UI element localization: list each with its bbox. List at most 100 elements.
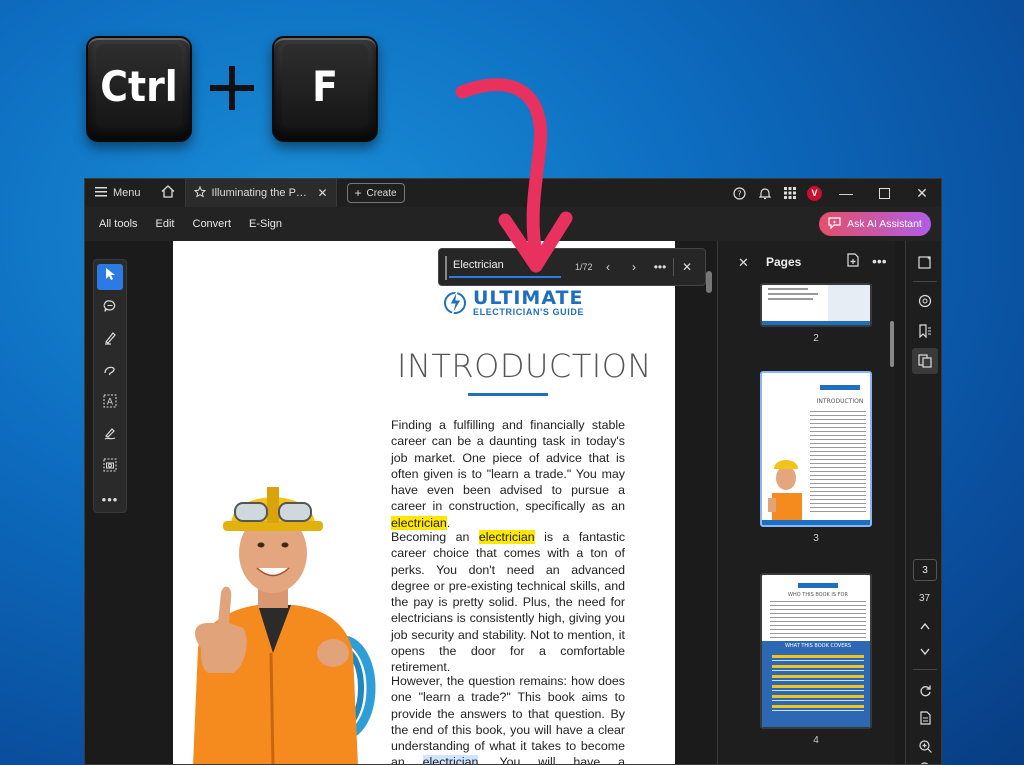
ai-assistant-icon (828, 216, 841, 232)
pages-panel-icon[interactable] (911, 348, 938, 374)
freehand-icon (103, 363, 117, 382)
logo-subtitle: ELECTRICIAN'S GUIDE (473, 306, 585, 317)
comment-tool[interactable] (97, 296, 123, 322)
comment-icon (103, 299, 117, 318)
maximize-icon[interactable] (865, 187, 903, 199)
menu-esign[interactable]: E-Sign (249, 218, 282, 230)
find-options-icon[interactable]: ••• (647, 260, 673, 274)
thumb4-band: WHAT THIS BOOK COVERS (762, 641, 870, 727)
pointer-arrow (455, 78, 573, 273)
create-button[interactable]: + Create (346, 183, 405, 203)
svg-text:?: ? (737, 189, 741, 198)
document-scrollbar[interactable] (706, 271, 712, 293)
home-icon (161, 185, 175, 201)
heading-underline (468, 393, 548, 396)
pages-scrollbar[interactable] (890, 321, 894, 367)
paragraph-text: . (446, 515, 451, 530)
search-highlight-current: electrician (422, 755, 479, 764)
right-rail: 3 37 (905, 241, 941, 764)
ultimate-electricians-guide-logo: ULTIMATE ELECTRICIAN'S GUIDE (443, 286, 585, 317)
paragraph-text: is a fantastic career choice that comes … (391, 530, 626, 675)
thumb3-heading: INTRODUCTION (816, 398, 864, 405)
snapshot-tool[interactable] (97, 455, 123, 481)
camera-icon (103, 458, 117, 477)
pages-panel: ✕ Pages ••• 2 INTRODUCTION 3 WHO THIS BO… (717, 241, 895, 764)
generative-summary-icon[interactable] (912, 249, 938, 275)
paragraph-text: Finding a fulfilling and financially sta… (391, 418, 625, 514)
text-tool[interactable]: A (97, 391, 123, 417)
close-tab-icon[interactable]: ✕ (317, 186, 327, 200)
draw-tool[interactable] (97, 359, 123, 385)
close-panel-icon[interactable]: ✕ (738, 255, 749, 271)
page-display-icon[interactable] (912, 705, 938, 731)
minimize-icon[interactable]: — (827, 185, 865, 201)
comments-panel-icon[interactable] (912, 288, 938, 314)
left-toolbar: A ••• (93, 259, 127, 513)
next-page-icon[interactable] (912, 639, 938, 665)
fill-sign-tool[interactable] (97, 423, 123, 449)
document-page: ULTIMATE ELECTRICIAN'S GUIDE INTRODUCTIO… (173, 241, 675, 765)
page-thumbnail-2[interactable] (760, 283, 872, 327)
hamburger-icon (95, 186, 107, 200)
menu-label: Menu (113, 187, 141, 199)
current-page-field[interactable]: 3 (913, 559, 937, 581)
close-window-icon[interactable]: ✕ (903, 185, 941, 202)
bookmarks-icon[interactable] (912, 318, 938, 344)
paragraph-1: Finding a fulfilling and financially sta… (391, 417, 625, 531)
close-find-icon[interactable]: ✕ (674, 260, 700, 274)
svg-text:A: A (107, 398, 114, 408)
cursor-icon (104, 267, 116, 286)
account-button[interactable]: V (802, 185, 827, 201)
ctrl-key: Ctrl (86, 36, 192, 142)
insert-page-icon[interactable] (846, 253, 860, 272)
more-tools-button[interactable]: ••• (97, 486, 123, 512)
menu-edit[interactable]: Edit (156, 218, 175, 230)
menu-all-tools[interactable]: All tools (99, 218, 138, 230)
total-pages: 37 (918, 593, 931, 604)
star-icon[interactable] (193, 185, 206, 201)
page-heading: INTRODUCTION (397, 347, 652, 385)
text-box-icon: A (103, 394, 117, 413)
electrician-photo (193, 487, 376, 764)
rail-divider (912, 281, 937, 282)
menu-convert[interactable]: Convert (193, 218, 232, 230)
paragraph-text: Becoming an (391, 530, 479, 544)
menu-button[interactable]: Menu (85, 179, 151, 207)
plus-sign (206, 62, 258, 114)
search-highlight: electrician (391, 515, 447, 530)
page-thumbnail-3[interactable]: INTRODUCTION (760, 371, 872, 527)
paragraph-3: However, the question remains: how does … (391, 673, 625, 765)
avatar: V (807, 185, 822, 201)
f-key-label: F (312, 61, 338, 111)
help-icon[interactable]: ? (727, 186, 752, 200)
select-tool[interactable] (97, 264, 123, 290)
pages-panel-title: Pages (766, 255, 802, 269)
rail-divider (913, 669, 937, 670)
lightning-bolt-icon (444, 290, 466, 316)
highlight-tool[interactable] (97, 328, 123, 354)
page-label-2: 2 (813, 333, 819, 344)
previous-page-icon[interactable] (912, 613, 938, 639)
paragraph-text: However, the question remains: how does … (391, 674, 625, 765)
panel-more-icon[interactable]: ••• (872, 253, 887, 269)
next-match-icon[interactable]: › (621, 260, 647, 274)
page-thumbnail-4[interactable]: WHO THIS BOOK IS FOR WHAT THIS BOOK COVE… (760, 573, 872, 729)
document-tab[interactable]: Illuminating the Path: A... ✕ (184, 179, 337, 207)
page-label-3: 3 (813, 533, 819, 544)
thumb4-heading: WHO THIS BOOK IS FOR (788, 592, 848, 598)
ask-ai-assistant-button[interactable]: Ask AI Assistant (819, 212, 931, 236)
apps-grid-icon[interactable] (777, 187, 802, 199)
thumb4-band-title: WHAT THIS BOOK COVERS (784, 643, 852, 649)
tab-title: Illuminating the Path: A... (211, 187, 312, 199)
logo-title: ULTIMATE (473, 286, 584, 309)
create-label: Create (366, 187, 397, 199)
fill-sign-icon (103, 426, 117, 445)
rotate-icon[interactable] (912, 677, 938, 703)
search-highlight: electrician (478, 530, 535, 544)
plus-icon: + (354, 186, 362, 200)
bell-icon[interactable] (752, 187, 777, 200)
zoom-out-icon[interactable] (912, 755, 938, 764)
home-button[interactable] (151, 179, 185, 207)
ellipsis-icon: ••• (101, 491, 119, 507)
pen-icon (103, 331, 117, 350)
